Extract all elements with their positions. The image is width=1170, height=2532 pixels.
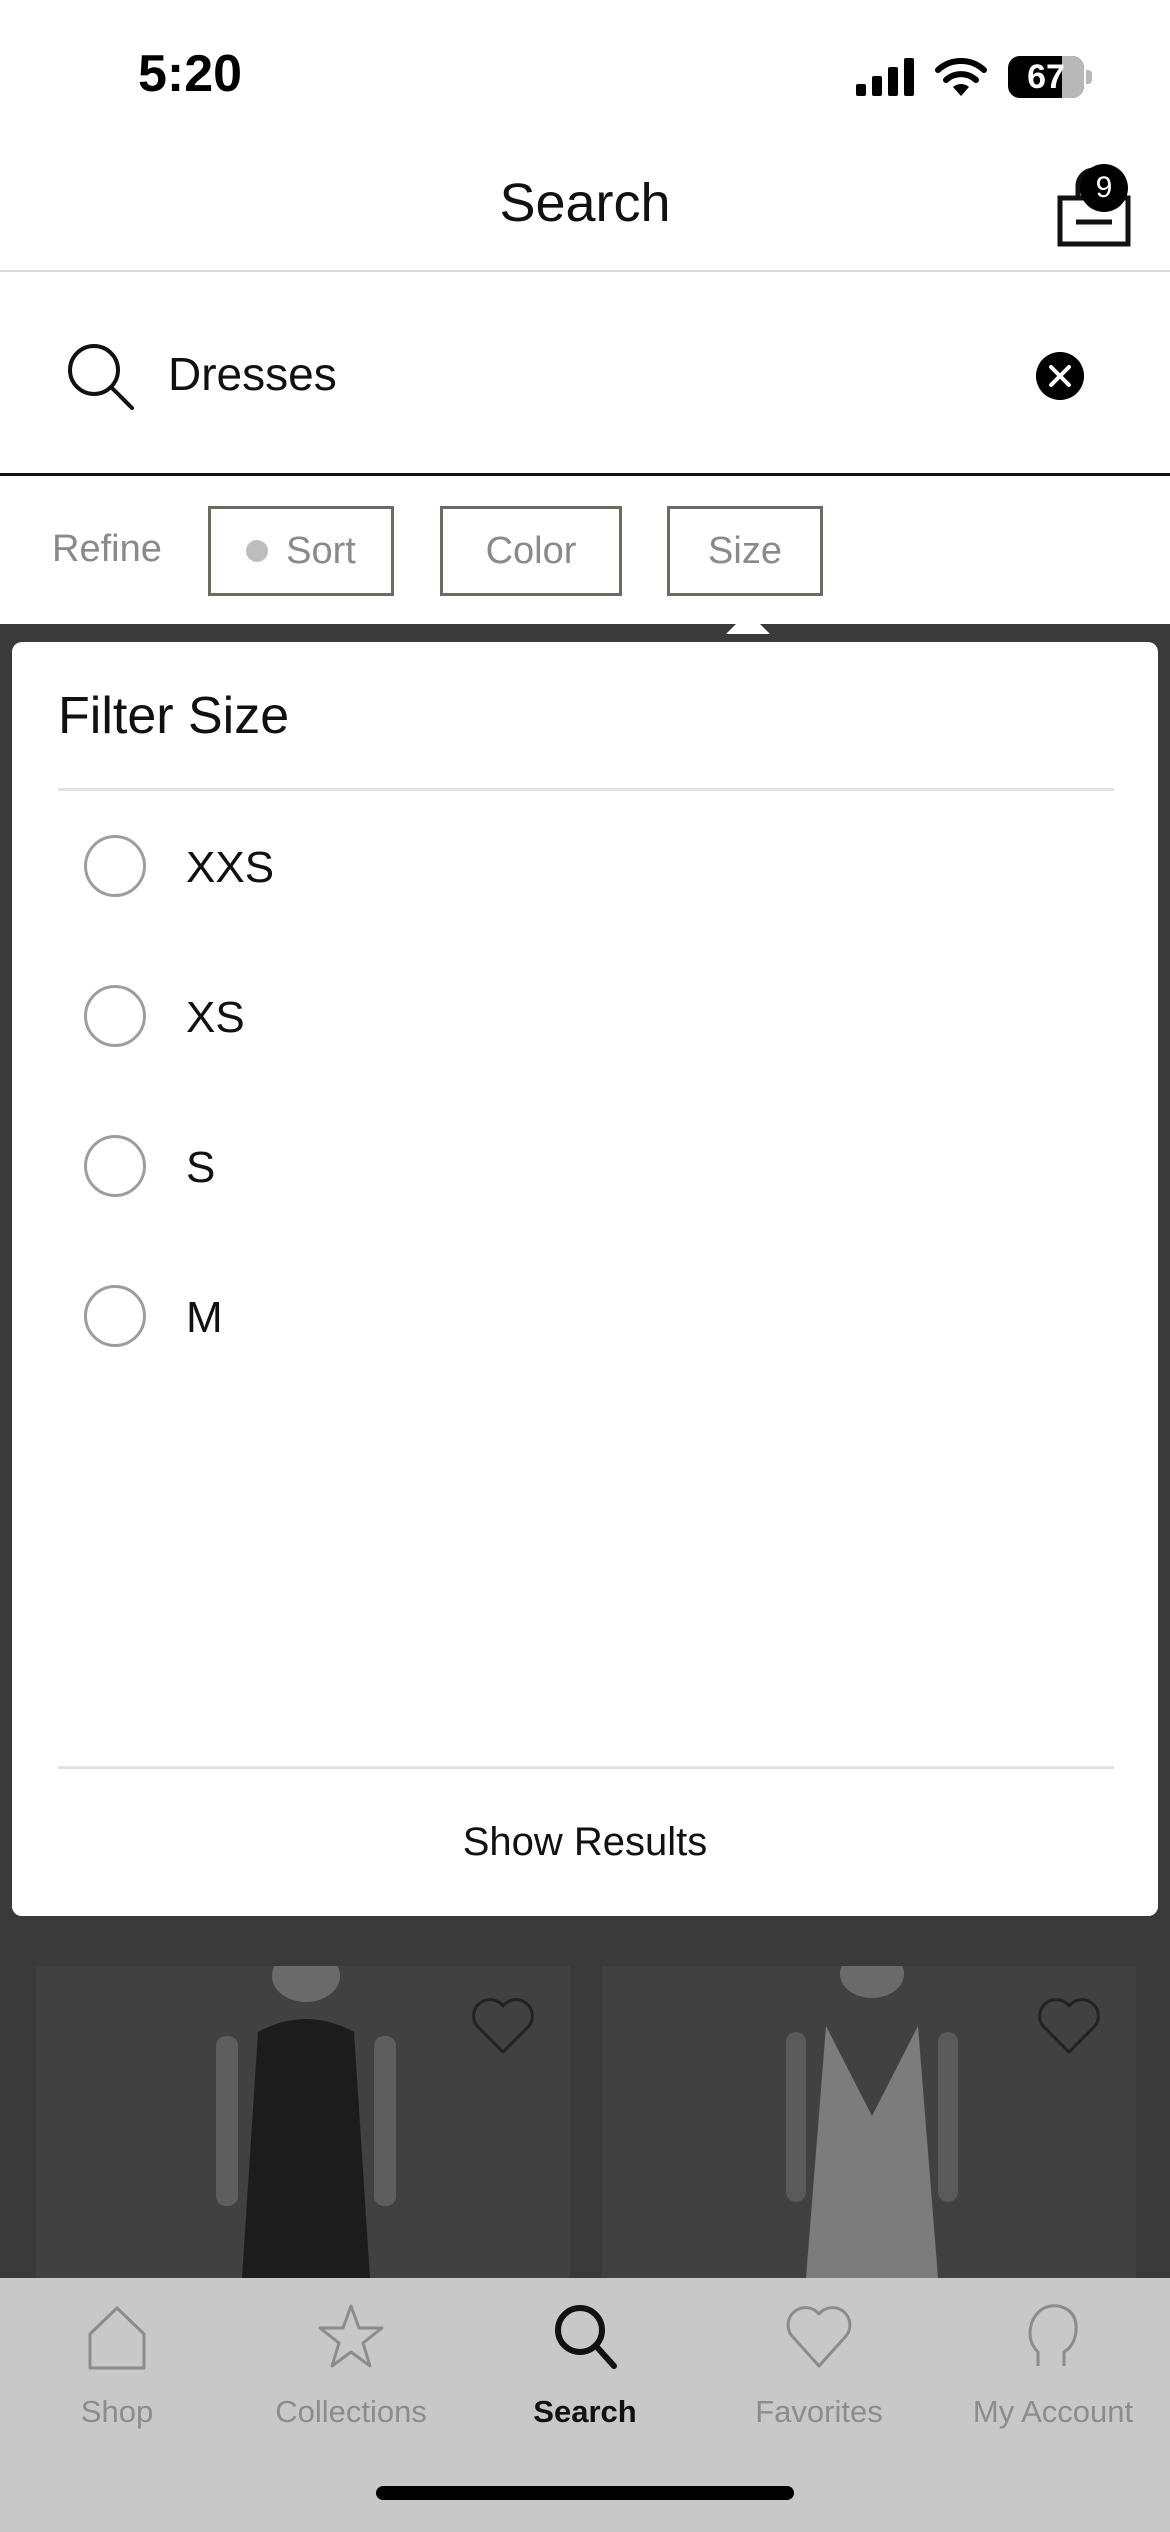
show-results-button[interactable]: Show Results <box>12 1769 1158 1916</box>
size-chip-label: Size <box>708 529 782 572</box>
product-card[interactable] <box>36 1966 570 2278</box>
home-icon <box>88 2306 146 2370</box>
size-chip[interactable]: Size <box>667 506 823 596</box>
size-option-xxs[interactable]: XXS <box>12 791 1158 941</box>
sort-chip-label: Sort <box>286 529 356 572</box>
size-option-xs[interactable]: XS <box>12 941 1158 1091</box>
tab-my-account[interactable]: My Account <box>936 2300 1170 2460</box>
signal-icon <box>856 58 914 96</box>
sort-chip[interactable]: Sort <box>208 506 394 596</box>
size-option-s[interactable]: S <box>12 1091 1158 1241</box>
size-option-label: XXS <box>186 843 275 892</box>
refine-label: Refine <box>52 528 162 570</box>
sort-indicator-dot <box>246 540 269 562</box>
radio-button[interactable] <box>84 1285 146 1347</box>
popover-title: Filter Size <box>58 687 290 745</box>
tab-label: Search <box>533 2394 637 2429</box>
home-indicator[interactable] <box>376 2486 794 2500</box>
status-time: 5:20 <box>138 45 243 103</box>
search-bar <box>0 272 1170 476</box>
person-icon <box>1028 2304 1078 2366</box>
tab-favorites[interactable]: Favorites <box>702 2300 936 2460</box>
battery-level: 67 <box>1027 58 1065 96</box>
page-title: Search <box>499 173 671 233</box>
tab-collections[interactable]: Collections <box>234 2300 468 2460</box>
star-icon <box>318 2304 384 2368</box>
bag-count-badge: 9 <box>1080 164 1128 212</box>
popover-arrow <box>726 612 770 634</box>
status-bar: 5:20 67 <box>0 0 1170 140</box>
tab-label: Shop <box>80 2394 154 2429</box>
radio-button[interactable] <box>84 985 146 1047</box>
tab-search[interactable]: Search <box>468 2300 702 2460</box>
wifi-icon <box>935 58 987 96</box>
color-chip[interactable]: Color <box>440 506 622 596</box>
search-input[interactable] <box>168 342 1008 406</box>
size-options-list[interactable]: XXS XS S M L XL 00 <box>12 791 1158 1409</box>
radio-button[interactable] <box>84 1135 146 1197</box>
search-icon <box>68 344 134 410</box>
size-option-label: XS <box>186 993 245 1042</box>
nav-header: Search <box>0 140 1170 272</box>
size-option-label: M <box>186 1293 223 1342</box>
tab-shop[interactable]: Shop <box>0 2300 234 2460</box>
product-image <box>786 1966 958 2278</box>
filter-size-popover: Filter Size XXS XS S M L XL 00 <box>12 642 1158 1916</box>
heart-icon[interactable] <box>470 1996 536 2056</box>
size-option-label: S <box>186 1143 216 1192</box>
refine-row: Refine Sort Color Size <box>0 476 1170 624</box>
size-option-m[interactable]: M <box>12 1241 1158 1391</box>
heart-icon[interactable] <box>1036 1996 1102 2056</box>
size-option-l[interactable]: L <box>12 1391 1158 1409</box>
radio-button[interactable] <box>84 835 146 897</box>
clear-icon[interactable] <box>1036 352 1084 400</box>
heart-icon <box>786 2306 852 2368</box>
tab-label: Favorites <box>755 2394 883 2429</box>
tab-label: Collections <box>275 2394 427 2429</box>
tab-label: My Account <box>972 2394 1134 2429</box>
battery-icon: 67 <box>1008 56 1092 98</box>
color-chip-label: Color <box>485 529 577 572</box>
product-card[interactable] <box>602 1966 1136 2278</box>
search-icon <box>555 2305 617 2369</box>
product-image <box>216 1966 396 2278</box>
